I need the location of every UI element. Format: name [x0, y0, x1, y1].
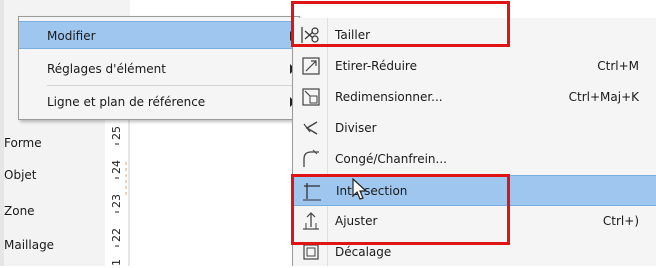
offset-icon — [303, 244, 319, 260]
menu-item-shortcut: Ctrl+) — [602, 214, 639, 228]
menu-item-label: Diviser — [335, 121, 377, 135]
ruler-tick-label: 1 — [110, 259, 123, 266]
menu-item-label: Etirer-Réduire — [335, 59, 417, 73]
fillet-icon — [303, 149, 319, 167]
menu-item-label: Congé/Chanfrein... — [335, 152, 447, 166]
menu-item-ligne-plan-reference[interactable]: Ligne et plan de référence — [19, 88, 299, 116]
annotation-box-tailler — [291, 1, 510, 47]
stretch-icon — [302, 57, 320, 75]
menu-item-label: Réglages d'élément — [47, 62, 166, 76]
menu-item-redimensionner[interactable]: Redimensionner... Ctrl+Maj+K — [293, 82, 656, 113]
drawing-canvas[interactable] — [130, 112, 296, 266]
ruler-tick-label: 23 — [110, 194, 123, 208]
menu-item-modifier[interactable]: Modifier — [19, 21, 299, 49]
split-icon — [303, 121, 318, 135]
menu-item-label: Modifier — [47, 29, 96, 43]
panel-item-objet[interactable]: Objet — [4, 165, 36, 185]
menu-separator — [47, 85, 295, 86]
menu-item-etirer-reduire[interactable]: Etirer-Réduire Ctrl+M — [293, 51, 656, 82]
context-menu: Modifier Réglages d'élément Ligne et pla… — [18, 16, 300, 120]
mouse-cursor-icon — [352, 178, 368, 200]
ruler-tick-label: 24 — [110, 160, 123, 174]
menu-item-label: Redimensionner... — [335, 90, 443, 104]
menu-item-diviser[interactable]: Diviser — [293, 113, 656, 144]
panel-item-maillage[interactable]: Maillage — [4, 235, 54, 255]
ruler-tick-label: 22 — [110, 228, 123, 242]
ruler-tick-label: 25 — [110, 126, 123, 140]
menu-item-shortcut: Ctrl+M — [597, 59, 639, 73]
annotation-box-intersection-ajuster — [291, 174, 510, 245]
panel-item-zone[interactable]: Zone — [4, 201, 35, 221]
resize-icon — [302, 88, 320, 106]
menu-item-conge-chanfrein[interactable]: Congé/Chanfrein... — [293, 144, 656, 175]
menu-item-label: Ligne et plan de référence — [47, 95, 206, 109]
menu-item-reglages-element[interactable]: Réglages d'élément — [19, 55, 299, 83]
panel-item-forme[interactable]: Forme — [4, 133, 42, 153]
menu-item-shortcut: Ctrl+Maj+K — [568, 90, 639, 104]
vertical-ruler: 25 24 23 22 1 — [110, 112, 130, 266]
